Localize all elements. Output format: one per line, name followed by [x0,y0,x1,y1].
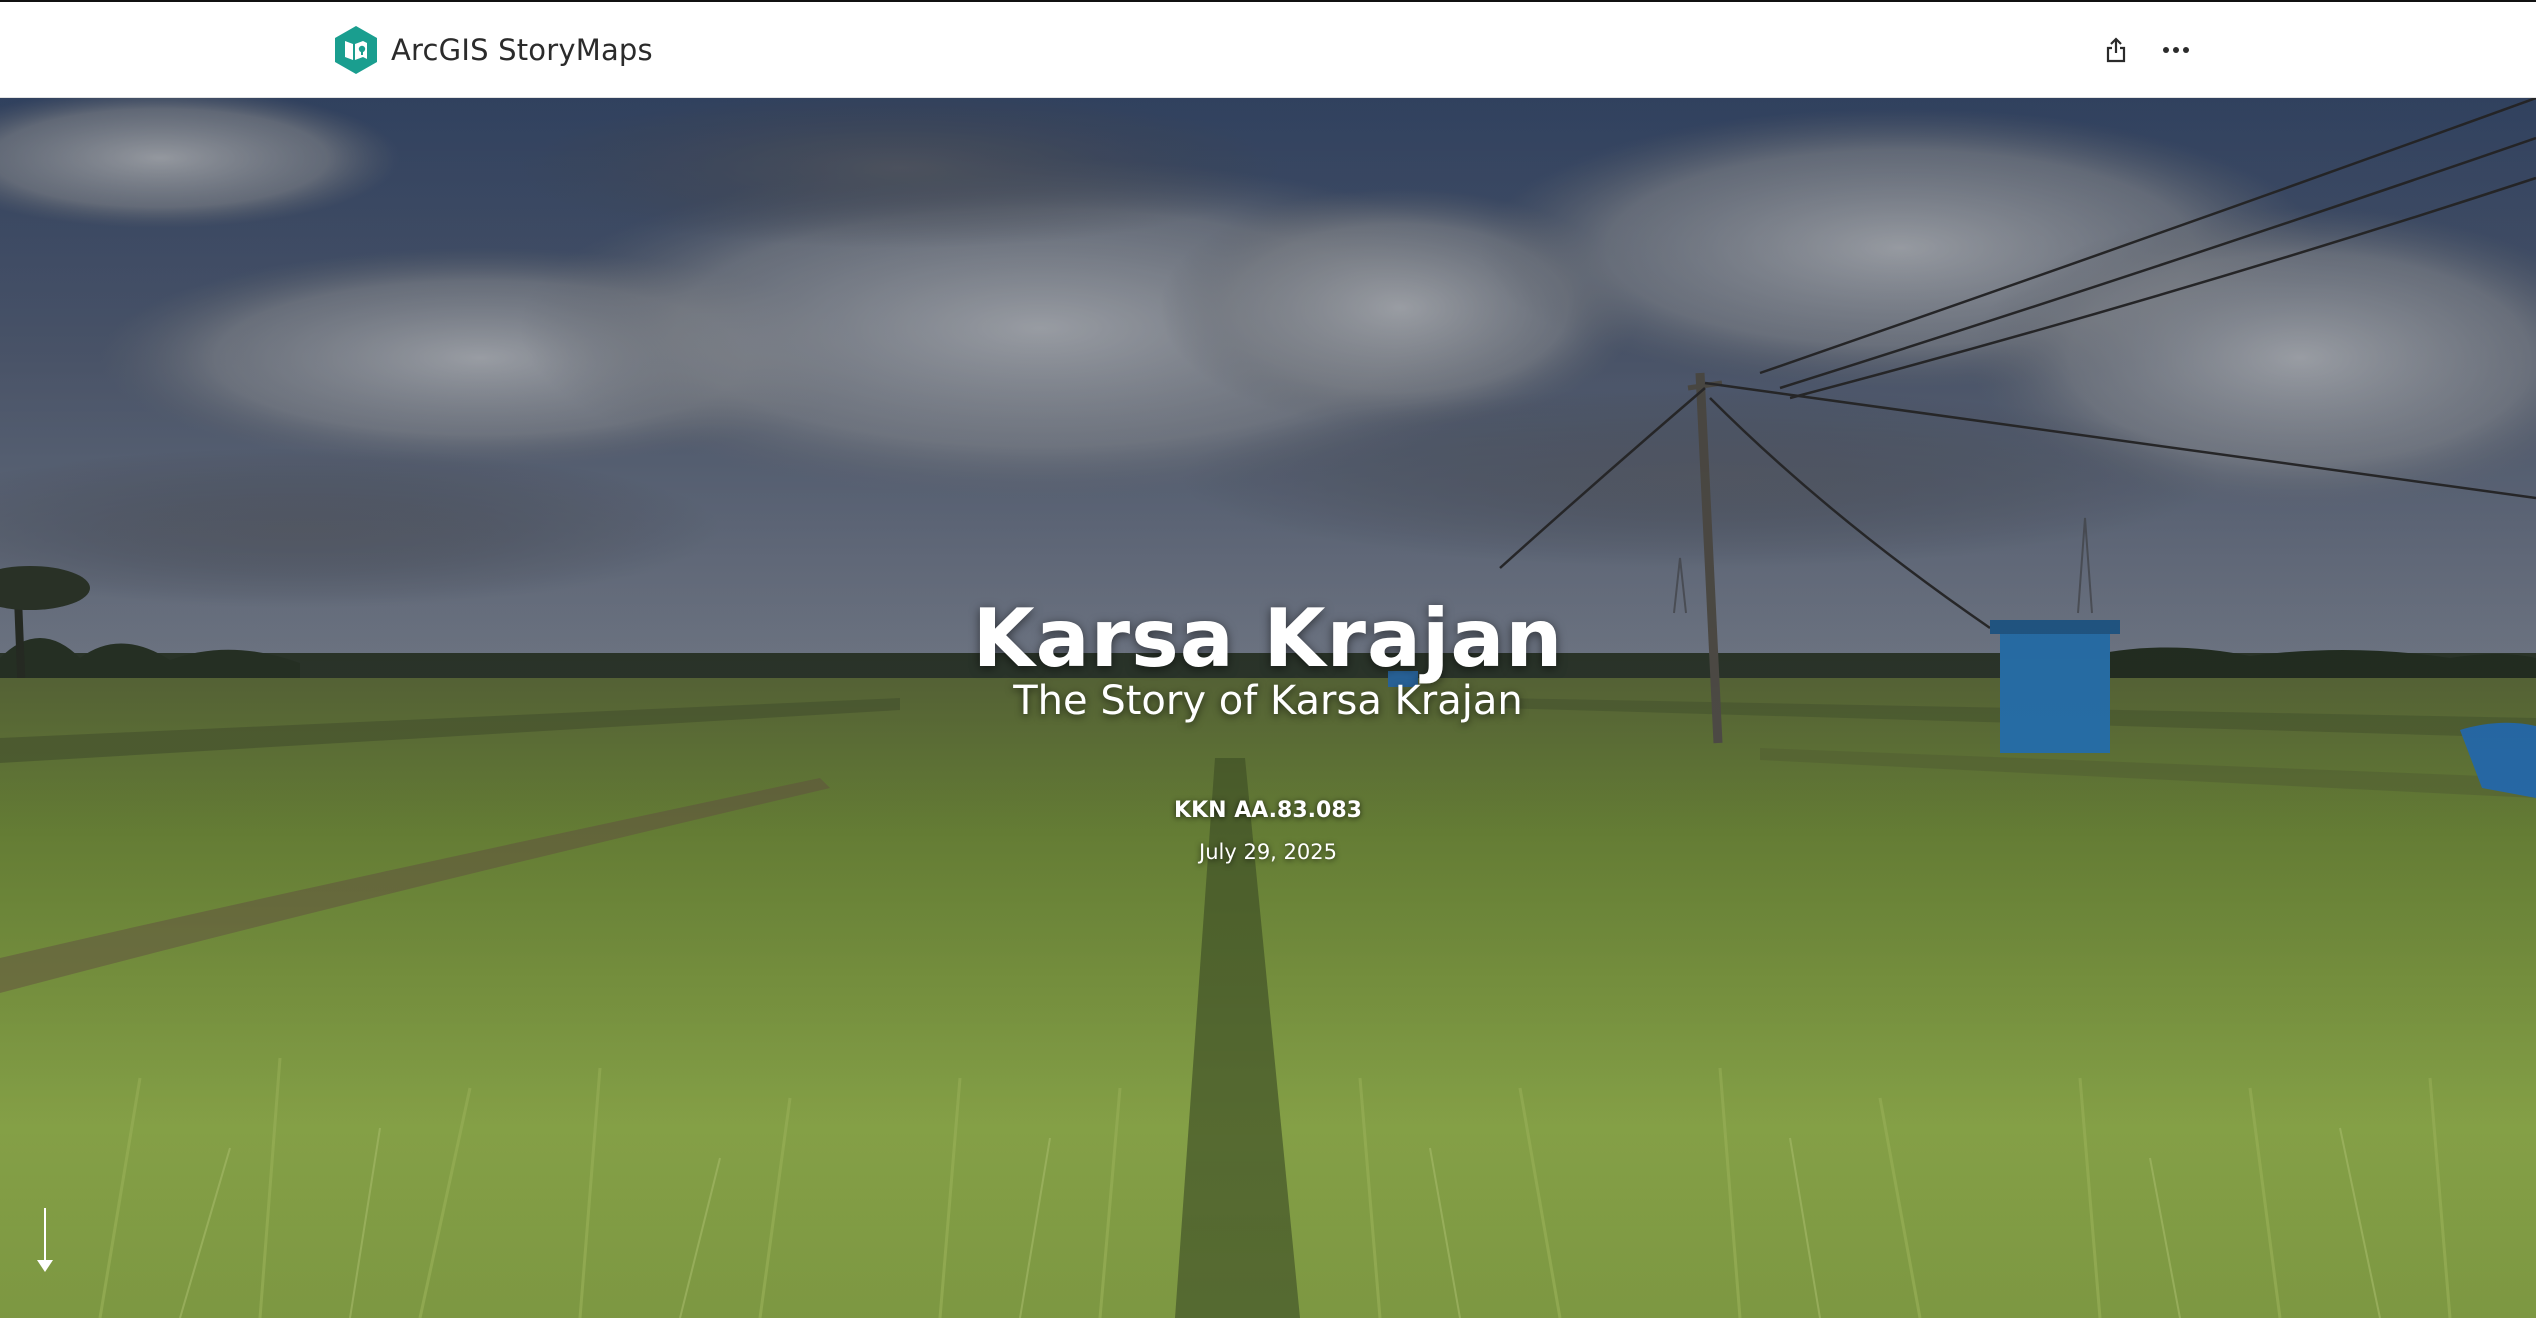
story-byline: KKN AA.83.083 [1174,798,1362,823]
brand-link[interactable]: ArcGIS StoryMaps [334,25,653,75]
storymaps-logo-icon [335,26,377,74]
story-subtitle: The Story of Karsa Krajan [1013,678,1523,724]
story-date: July 29, 2025 [1199,840,1337,864]
more-options-icon [2163,47,2189,53]
more-options-button[interactable] [2154,30,2198,70]
story-cover: Karsa Krajan The Story of Karsa Krajan K… [0,98,2536,1318]
app-name: ArcGIS StoryMaps [391,33,653,67]
share-button[interactable] [2094,30,2138,70]
story-header: ArcGIS StoryMaps [0,2,2536,98]
arrow-down-icon[interactable] [32,1208,58,1276]
story-title: Karsa Krajan [972,591,1564,685]
share-icon [2106,37,2126,63]
